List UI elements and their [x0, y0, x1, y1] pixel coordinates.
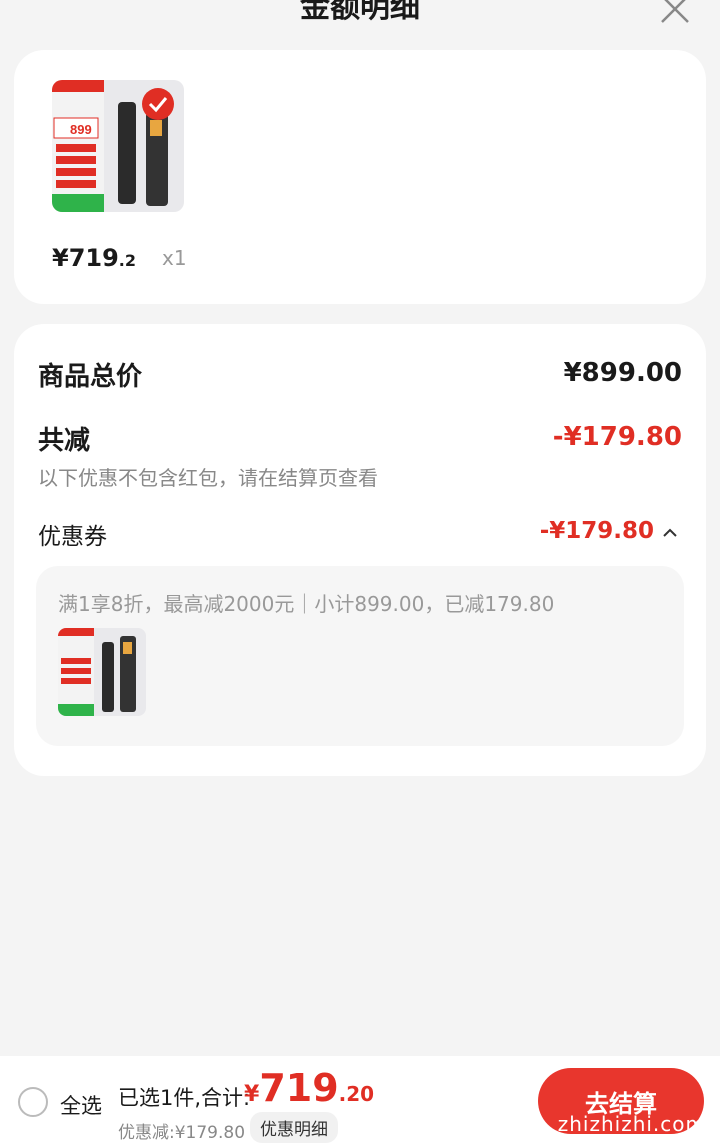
total-dec: .20 [338, 1082, 375, 1106]
coupon-label: 优惠券 [38, 524, 107, 550]
price-main: ¥719 [52, 244, 119, 272]
discount-summary: 优惠减:¥179.80 [118, 1123, 246, 1143]
total-value: ¥899.00 [563, 358, 682, 388]
total-label: 商品总价 [38, 362, 143, 392]
coupon-value[interactable]: -¥179.80 [540, 518, 654, 544]
image-price-tag: 899 [70, 122, 92, 137]
product-card: 899 ¥719.2 x1 [14, 50, 706, 304]
discount-detail-button[interactable]: 优惠明细 [250, 1112, 338, 1143]
close-icon[interactable] [658, 0, 692, 26]
discount-label: 共减 [38, 426, 91, 456]
product-quantity: x1 [162, 246, 187, 270]
page-title: 金额明细 [300, 0, 420, 25]
bottom-checkout-bar: 全选 已选1件,合计: ¥719.20 优惠减:¥179.80 优惠明细 去结算… [0, 1056, 720, 1146]
coupon-product-image [58, 628, 146, 716]
summary-card: 商品总价 ¥899.00 共减 -¥179.80 以下优惠不包含红包，请在结算页… [14, 324, 706, 776]
chevron-up-icon[interactable] [662, 526, 678, 540]
product-image[interactable]: 899 [52, 80, 184, 212]
price-decimal: .2 [118, 251, 137, 270]
discount-value: -¥179.80 [552, 422, 682, 452]
coupon-detail-box: 满1享8折，最高减2000元｜小计899.00，已减179.80 [36, 566, 684, 746]
total-int: 719 [259, 1066, 339, 1110]
coupon-description: 满1享8折，最高减2000元｜小计899.00，已减179.80 [58, 592, 555, 616]
selected-summary: 已选1件,合计: [118, 1086, 251, 1110]
total-amount: ¥719.20 [244, 1066, 374, 1110]
discount-note: 以下优惠不包含红包，请在结算页查看 [38, 466, 378, 490]
select-all-checkbox[interactable] [18, 1087, 48, 1117]
total-symbol: ¥ [244, 1082, 260, 1107]
select-all-label[interactable]: 全选 [60, 1090, 102, 1120]
watermark: zhizhizhi.com [557, 1112, 706, 1136]
product-price: ¥719.2 [52, 244, 136, 272]
